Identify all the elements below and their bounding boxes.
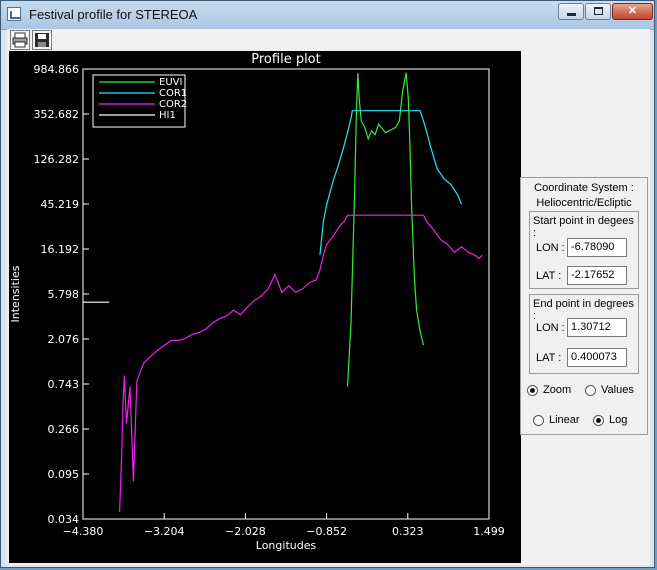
y-axis-label: Intensities xyxy=(9,265,22,322)
y-tick-label: 5.798 xyxy=(48,288,80,301)
y-tick-label: 0.743 xyxy=(48,378,80,391)
y-tick-label: 45.219 xyxy=(41,198,80,211)
profile-chart: Profile plot −4.380 −3.204 −2.028 −0.852 0.32… xyxy=(9,52,505,552)
end-lat-label: LAT : xyxy=(536,352,562,364)
minimize-button[interactable] xyxy=(558,3,584,20)
coordinate-panel: Coordinate System : Heliocentric/Eclipti… xyxy=(520,177,648,435)
coordinate-system-value: Heliocentric/Ecliptic xyxy=(536,197,632,209)
end-lat-field[interactable]: 0.400073 xyxy=(567,348,627,367)
plot-title: Profile plot xyxy=(251,52,320,67)
x-tick-label: 0.323 xyxy=(392,525,424,538)
title-bar[interactable]: Festival profile for STEREOA ✕ xyxy=(1,1,654,30)
series-line-euvi xyxy=(346,72,425,387)
close-button[interactable]: ✕ xyxy=(612,3,653,20)
x-tick-label: −0.852 xyxy=(306,525,347,538)
profile-plot[interactable]: Profile plot −4.380 −3.204 −2.028 −0.852 0.32… xyxy=(9,51,521,563)
x-axis-label: Longitudes xyxy=(256,539,317,552)
y-tick-label: 352.682 xyxy=(34,108,80,121)
x-tick-label: 1.499 xyxy=(473,525,505,538)
maximize-button[interactable] xyxy=(585,3,611,20)
app-window: Festival profile for STEREOA ✕ Profile p… xyxy=(0,0,655,568)
start-point-heading: Start point in degees : xyxy=(533,215,634,239)
log-label: Log xyxy=(609,414,628,426)
start-lat-label: LAT : xyxy=(536,270,562,282)
start-lon-field[interactable]: -6.78090 xyxy=(567,238,627,257)
y-tick-label: 0.266 xyxy=(48,423,80,436)
y-tick-label: 2.076 xyxy=(48,333,80,346)
end-lon-label: LON : xyxy=(536,322,565,334)
series-line-cor2 xyxy=(119,214,483,512)
save-button[interactable] xyxy=(32,30,52,50)
x-tick-label: −2.028 xyxy=(225,525,266,538)
legend-label: COR1 xyxy=(159,88,187,99)
start-lon-label: LON : xyxy=(536,242,565,254)
zoom-radio[interactable] xyxy=(527,385,538,396)
app-icon xyxy=(7,7,21,21)
series-line-cor1 xyxy=(319,110,462,256)
coordinate-system-label: Coordinate System : xyxy=(534,182,634,194)
close-icon: ✕ xyxy=(627,5,638,17)
client-area: Profile plot −4.380 −3.204 −2.028 −0.852 0.32… xyxy=(7,29,650,565)
legend-label: EUVI xyxy=(159,77,182,88)
y-tick-label: 126.282 xyxy=(34,153,80,166)
start-lat-field[interactable]: -2.17652 xyxy=(567,266,627,285)
x-tick-label: −3.204 xyxy=(144,525,185,538)
y-tick-label: 16.192 xyxy=(41,243,80,256)
start-point-group: Start point in degees : LON : -6.78090 L… xyxy=(529,211,639,289)
y-tick-label: 0.095 xyxy=(48,468,80,481)
end-point-group: End point in degrees : LON : 1.30712 LAT… xyxy=(529,294,639,374)
y-tick-label: 0.034 xyxy=(48,513,80,526)
linear-label: Linear xyxy=(549,414,580,426)
print-button[interactable] xyxy=(10,30,30,50)
legend-label: HI1 xyxy=(159,110,176,121)
save-icon xyxy=(35,33,49,47)
end-lon-field[interactable]: 1.30712 xyxy=(567,318,627,337)
linear-radio[interactable] xyxy=(533,415,544,426)
y-tick-label: 984.866 xyxy=(34,63,80,76)
legend-label: COR2 xyxy=(159,99,187,110)
log-radio[interactable] xyxy=(593,415,604,426)
maximize-icon xyxy=(594,7,603,15)
values-radio[interactable] xyxy=(585,385,596,396)
values-label: Values xyxy=(601,384,634,396)
x-tick-label: −4.380 xyxy=(63,525,104,538)
minimize-icon xyxy=(567,13,576,16)
zoom-label: Zoom xyxy=(543,384,572,396)
window-title: Festival profile for STEREOA xyxy=(29,7,198,22)
print-icon xyxy=(12,32,28,48)
